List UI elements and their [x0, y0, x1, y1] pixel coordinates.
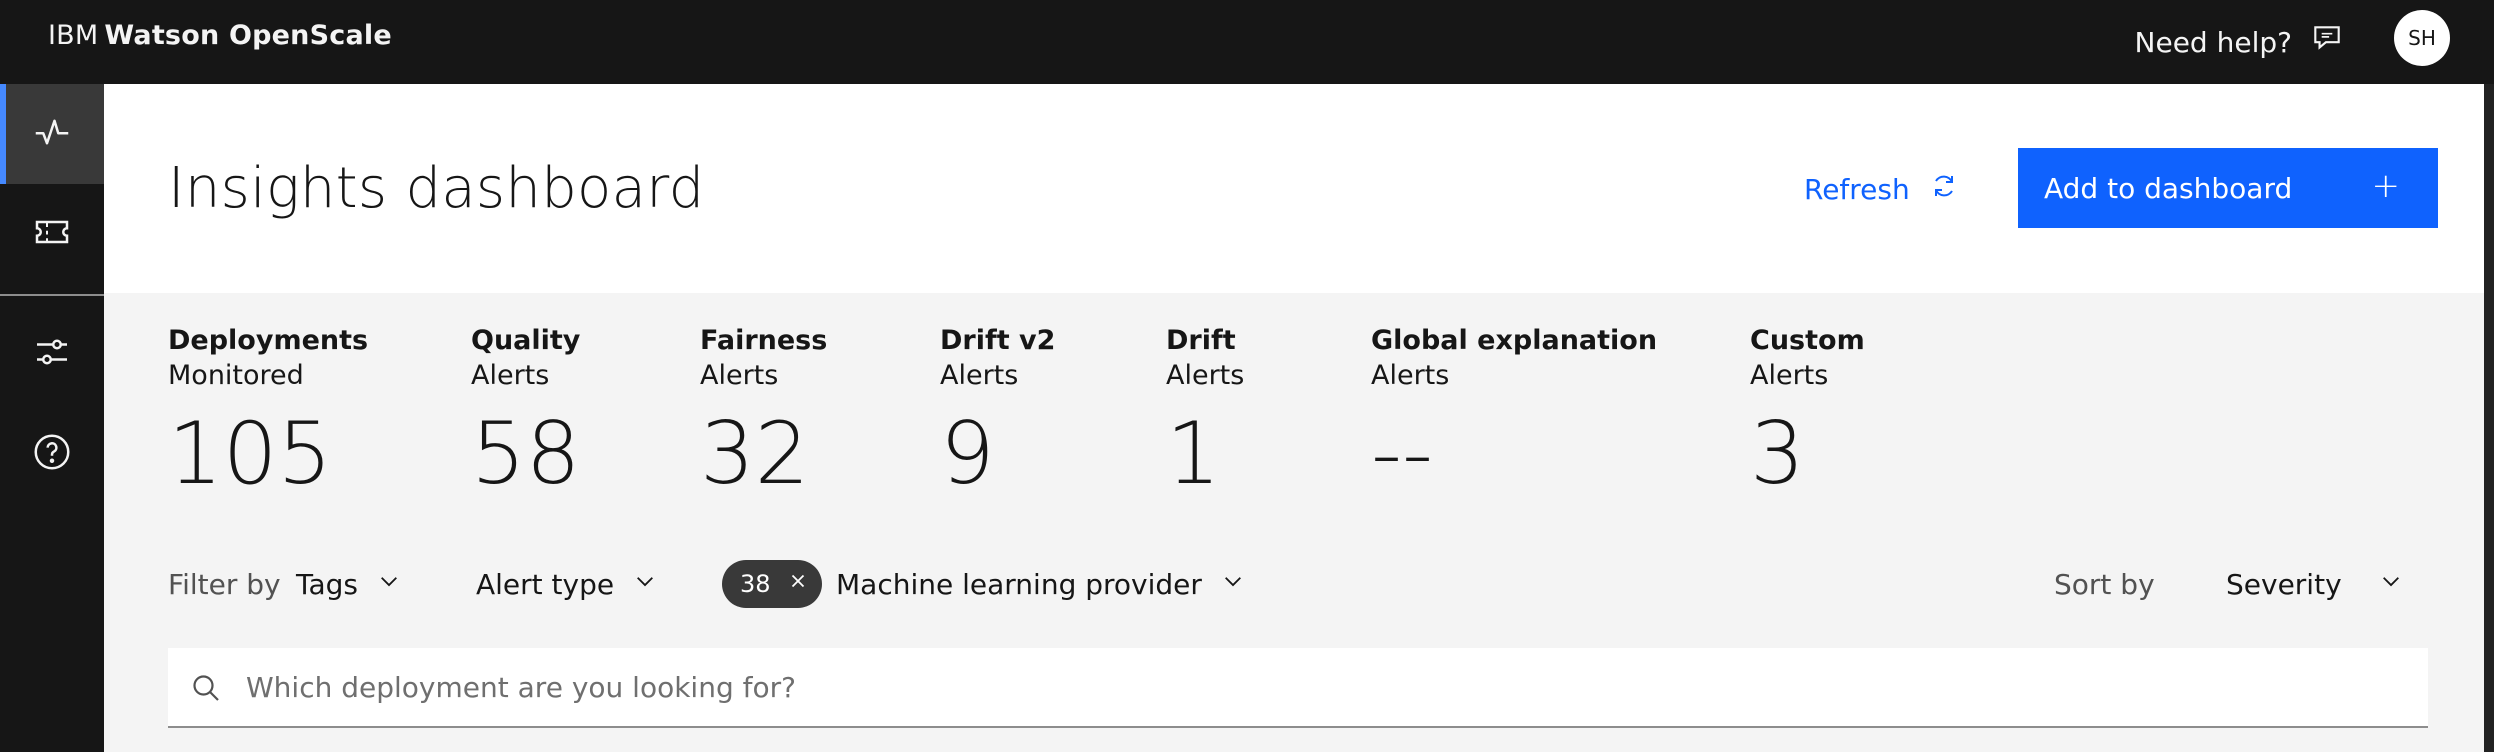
need-help-link[interactable]: Need help? [2135, 22, 2344, 63]
settings-adjust-icon [32, 332, 72, 376]
stat-value: -- [1371, 404, 1434, 504]
ticket-icon [32, 212, 72, 256]
stat-drift[interactable]: Drift Alerts 1 [1166, 324, 1244, 502]
chevron-down-icon [2378, 568, 2404, 601]
page-title: Insights dashboard [168, 156, 705, 221]
alert-type-dropdown[interactable]: Alert type [476, 568, 658, 601]
chevron-down-icon [1220, 568, 1246, 601]
brand-name: Watson OpenScale [104, 20, 392, 51]
stat-label: Quality [471, 325, 581, 356]
stat-fairness[interactable]: Fairness Alerts 32 [700, 324, 827, 502]
stat-label: Fairness [700, 325, 828, 356]
sort-dropdown[interactable]: Severity [2226, 568, 2404, 601]
scrollbar-edge [2484, 84, 2494, 752]
add-to-dashboard-button[interactable]: Add to dashboard + [2018, 148, 2438, 228]
selection-count: 38 [740, 570, 771, 598]
need-help-label: Need help? [2134, 26, 2292, 59]
stat-value: 105 [168, 404, 333, 504]
nav-ticket-button[interactable] [0, 184, 104, 284]
stat-label: Deployments [168, 325, 369, 356]
refresh-button[interactable]: Refresh [1804, 170, 1960, 209]
chat-icon [2310, 22, 2344, 63]
ml-provider-selection-tag[interactable]: 38 [722, 560, 822, 608]
stat-sublabel: Alerts [1166, 360, 1245, 391]
search-input[interactable] [246, 648, 2406, 726]
ml-provider-dropdown-label: Machine learning provider [836, 568, 1202, 601]
stat-value: 32 [700, 404, 810, 504]
activity-icon [32, 112, 72, 156]
sort-by-label: Sort by [2054, 568, 2155, 601]
stat-label: Global explanation [1371, 325, 1658, 356]
stat-quality[interactable]: Quality Alerts 58 [471, 324, 580, 502]
filter-bar: Filter by Tags Alert type 38 Machine lea… [104, 556, 2484, 612]
deployment-search [168, 648, 2428, 728]
chevron-down-icon [632, 568, 658, 601]
stat-global-explanation[interactable]: Global explanation Alerts -- [1371, 324, 1657, 502]
help-icon [32, 432, 72, 476]
alert-type-dropdown-label: Alert type [476, 568, 615, 601]
add-icon: + [2371, 166, 2401, 206]
stat-sublabel: Alerts [700, 360, 779, 391]
product-brand[interactable]: IBM Watson OpenScale [48, 20, 392, 51]
top-header: IBM Watson OpenScale Need help? SH [0, 0, 2494, 84]
stat-drift-v2[interactable]: Drift v2 Alerts 9 [940, 324, 1055, 502]
stat-sublabel: Alerts [1750, 360, 1829, 391]
filter-by-label: Filter by [168, 568, 281, 601]
side-nav [0, 84, 104, 752]
stat-value: 58 [471, 404, 581, 504]
page-header: Insights dashboard Refresh Add to dashbo… [104, 84, 2484, 293]
nav-configure-button[interactable] [0, 304, 104, 404]
stat-custom[interactable]: Custom Alerts 3 [1750, 324, 1865, 502]
nav-divider [0, 294, 104, 296]
ml-provider-dropdown[interactable]: Machine learning provider [836, 568, 1246, 601]
stat-value: 3 [1750, 404, 1805, 504]
stat-label: Custom [1750, 325, 1865, 356]
stat-sublabel: Monitored [168, 360, 304, 391]
stat-label: Drift [1166, 325, 1236, 356]
nav-insights-button[interactable] [0, 84, 104, 184]
stat-sublabel: Alerts [940, 360, 1019, 391]
chevron-down-icon [376, 568, 402, 601]
stat-sublabel: Alerts [471, 360, 550, 391]
stat-value: 1 [1166, 404, 1221, 504]
close-icon[interactable] [787, 570, 809, 598]
refresh-label: Refresh [1804, 173, 1910, 206]
main-content: Insights dashboard Refresh Add to dashbo… [104, 84, 2484, 752]
user-avatar[interactable]: SH [2394, 10, 2450, 66]
add-to-dashboard-label: Add to dashboard [2044, 171, 2293, 205]
tags-dropdown-label: Tags [296, 568, 358, 601]
stat-deployments[interactable]: Deployments Monitored 105 [168, 324, 368, 502]
tags-dropdown[interactable]: Tags [296, 568, 402, 601]
nav-help-button[interactable] [0, 404, 104, 504]
refresh-icon [1928, 170, 1960, 209]
stat-label: Drift v2 [940, 325, 1056, 356]
stat-value: 9 [940, 404, 995, 504]
stat-sublabel: Alerts [1371, 360, 1450, 391]
brand-prefix: IBM [48, 20, 99, 51]
sort-dropdown-value: Severity [2226, 568, 2342, 601]
